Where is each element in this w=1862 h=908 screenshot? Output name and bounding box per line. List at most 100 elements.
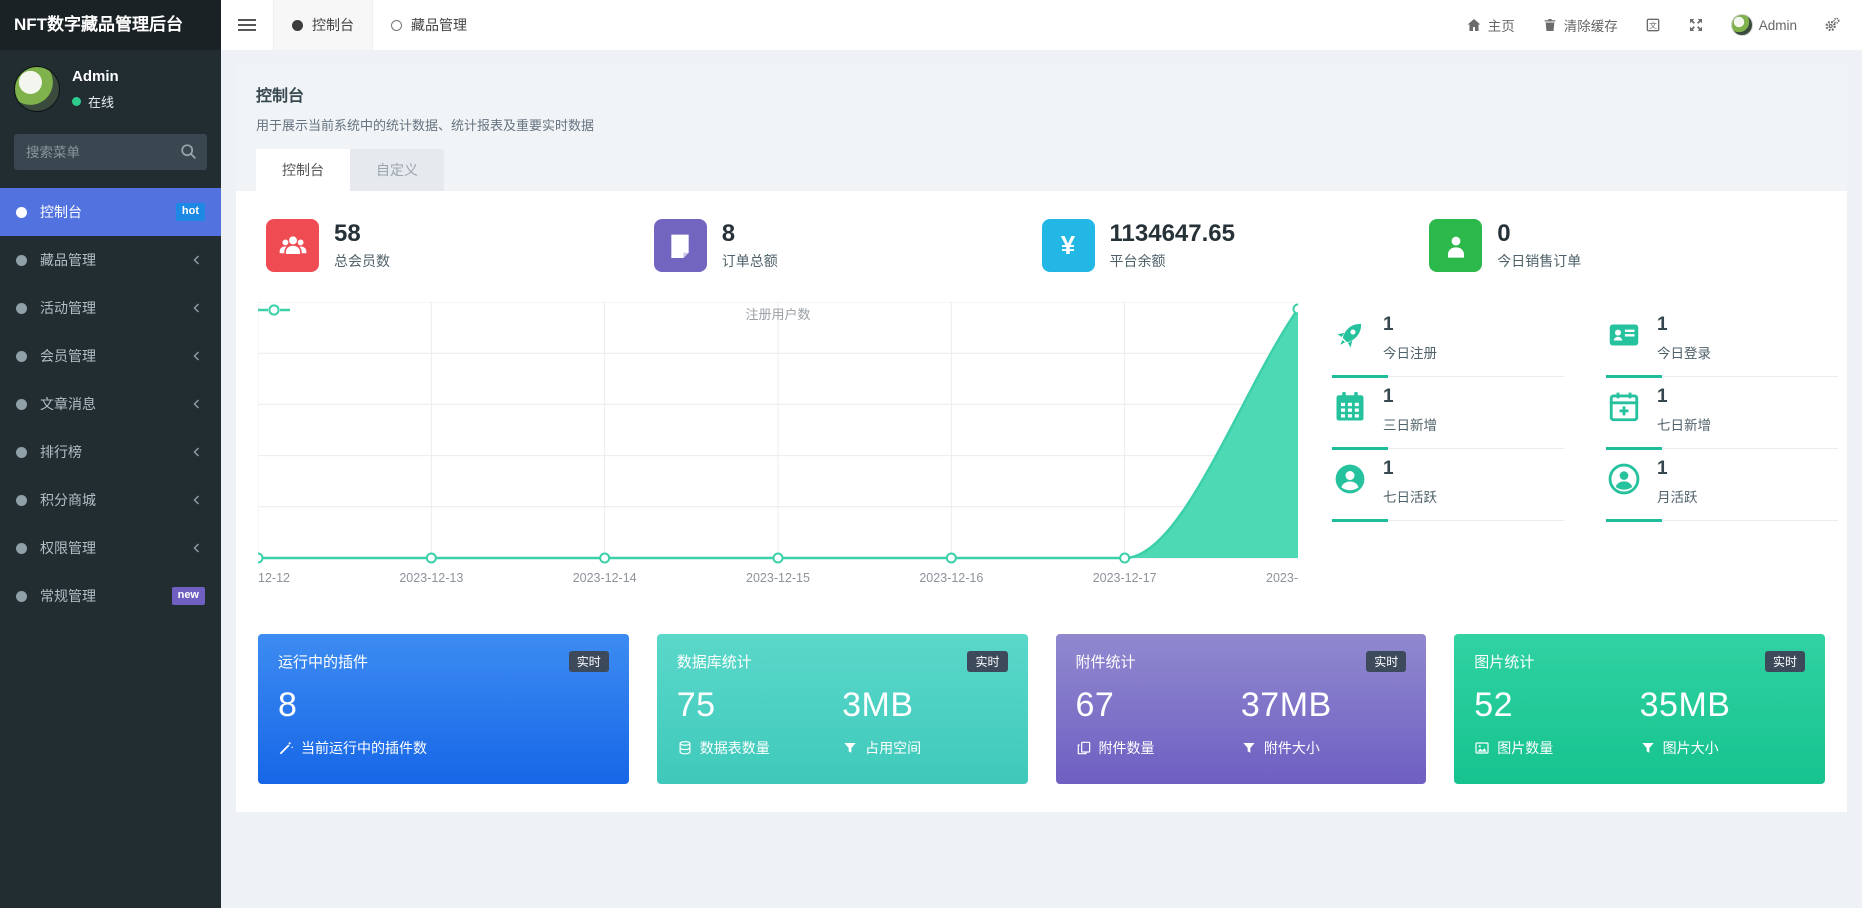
realtime-badge: 实时 [967,651,1008,672]
svg-text:2023-12-12: 2023-12-12 [258,571,290,585]
stat-label: 总会员数 [334,253,390,269]
online-dot-icon [72,96,81,106]
sidebar-item-collections[interactable]: 藏品管理 [0,236,221,284]
circle-icon [16,206,27,218]
new-badge: new [171,587,205,605]
sidebar-search [14,134,207,170]
sidebar-item-members[interactable]: 会员管理 [0,332,221,380]
hamburger-icon[interactable] [221,0,273,50]
stat-today-sales: 0 今日销售订单 [1429,219,1817,272]
sidebar-item-label: 活动管理 [40,300,96,316]
hot-badge: hot [175,203,205,221]
topbar-tab-dashboard[interactable]: 控制台 [273,0,373,50]
svg-text:2023-12-14: 2023-12-14 [573,571,637,585]
chevron-left-icon [193,351,199,361]
topbar-username: Admin [1758,17,1797,33]
sidebar-item-permissions[interactable]: 权限管理 [0,524,221,572]
user-name: Admin [72,67,119,85]
topbar-tab-label: 藏品管理 [411,17,467,33]
realtime-badge: 实时 [1764,651,1805,672]
realtime-badge: 实时 [568,651,609,672]
divider [1606,375,1838,378]
svg-text:2023-12-18: 2023-12-18 [1266,571,1298,585]
sidebar-item-label: 会员管理 [40,348,96,364]
sidebar-item-points-mall[interactable]: 积分商城 [0,476,221,524]
svg-text:2023-12-16: 2023-12-16 [919,571,983,585]
sidebar-item-label: 文章消息 [40,396,96,412]
divider [1332,519,1564,522]
user-icon [1429,219,1483,272]
stats-row: 58 总会员数 8 订单总额 ¥ 1134647.65 平台余额 0 今日销售订… [258,201,1825,276]
sidebar-item-label: 权限管理 [40,540,96,556]
mini-stats-grid: 1 今日注册 1 今日登录 1 三日新增 1 七日新增 1 七日活跃 1 月活跃 [1332,302,1838,604]
sidebar-item-activities[interactable]: 活动管理 [0,284,221,332]
chevron-left-icon [193,543,199,553]
user-circle-icon [1332,461,1368,497]
avatar[interactable] [14,66,60,112]
circle-icon [16,590,27,602]
copy-icon [1076,740,1092,756]
sidebar-item-articles[interactable]: 文章消息 [0,380,221,428]
sidebar-item-ranking[interactable]: 排行榜 [0,428,221,476]
circle-icon [16,494,27,506]
yen-icon: ¥ [1041,219,1095,272]
info-card-images: 图片统计 实时 52 图片数量 35MB 图片大小 [1454,634,1825,784]
stat-value: 8 [721,220,736,247]
app-title: NFT数字藏品管理后台 [0,0,221,50]
home-icon [1467,19,1481,31]
info-cards-row: 运行中的插件 实时 8 当前运行中的插件数 数据库统计 实时 75 数据表数量 … [258,634,1825,784]
trash-icon [1544,19,1556,31]
mini-stat-7day-new: 1 七日新增 [1606,378,1838,450]
content-area: 控制台 用于展示当前系统中的统计数据、统计报表及重要实时数据 控制台 自定义 5… [221,50,1862,908]
rocket-icon [1332,317,1368,353]
tab-custom[interactable]: 自定义 [350,149,444,191]
circle-icon [16,302,27,314]
svg-text:2023-12-13: 2023-12-13 [399,571,463,585]
topbar-tab-collections[interactable]: 藏品管理 [373,0,485,50]
sidebar-item-dashboard[interactable]: 控制台 hot [0,188,221,236]
clear-cache-button[interactable]: 清除缓存 [1542,15,1618,35]
circle-icon [16,446,27,458]
page-subtitle: 用于展示当前系统中的统计数据、统计报表及重要实时数据 [256,118,595,133]
search-icon[interactable] [179,142,198,161]
sidebar: NFT数字藏品管理后台 Admin 在线 控制台 hot 藏品管理 活动管理 [0,0,221,908]
realtime-badge: 实时 [1366,651,1407,672]
calendar-icon [1332,389,1368,425]
filter-icon [1241,740,1257,756]
stat-total-members: 58 总会员数 [266,219,654,272]
info-card-database: 数据库统计 实时 75 数据表数量 3MB 占用空间 [656,634,1028,784]
svg-text:2023-12-15: 2023-12-15 [746,571,810,585]
sidebar-item-label: 控制台 [40,204,82,220]
users-icon [266,219,319,272]
sidebar-item-label: 积分商城 [40,492,96,508]
user-circle-outline-icon [1606,461,1642,497]
stat-label: 今日销售订单 [1497,253,1582,269]
circle-icon [16,254,27,266]
settings-button[interactable] [1824,17,1840,33]
sidebar-item-label: 排行榜 [40,444,82,460]
sidebar-item-general[interactable]: 常规管理 new [0,572,221,620]
home-button[interactable]: 主页 [1466,15,1515,35]
avatar [1730,14,1753,36]
stat-platform-balance: ¥ 1134647.65 平台余额 [1041,219,1430,272]
filter-icon [842,740,858,756]
database-icon [677,740,693,756]
circle-icon [16,398,27,410]
fullscreen-button[interactable] [1688,17,1704,33]
user-panel: Admin 在线 [0,50,221,122]
user-menu[interactable]: Admin [1730,14,1797,36]
svg-text:文: 文 [1649,20,1657,30]
divider [1332,375,1564,378]
stat-value: 1134647.65 [1109,220,1235,247]
chevron-left-icon [193,399,199,409]
tab-dashboard[interactable]: 控制台 [256,149,350,191]
mini-stat-today-register: 1 今日注册 [1332,306,1564,378]
registered-users-chart: 2023-12-12 2023-12-13 2023-12-14 2023-12-15… [258,302,1298,604]
wand-icon [278,740,294,756]
mini-stat-month-active: 1 月活跃 [1606,450,1838,522]
filter-icon [1640,740,1656,756]
language-button[interactable]: 文 [1645,17,1661,33]
info-card-attachments: 附件统计 实时 67 附件数量 37MB 附件大小 [1055,634,1427,784]
circle-icon [16,542,27,554]
stat-order-total: 8 订单总额 [653,219,1042,272]
